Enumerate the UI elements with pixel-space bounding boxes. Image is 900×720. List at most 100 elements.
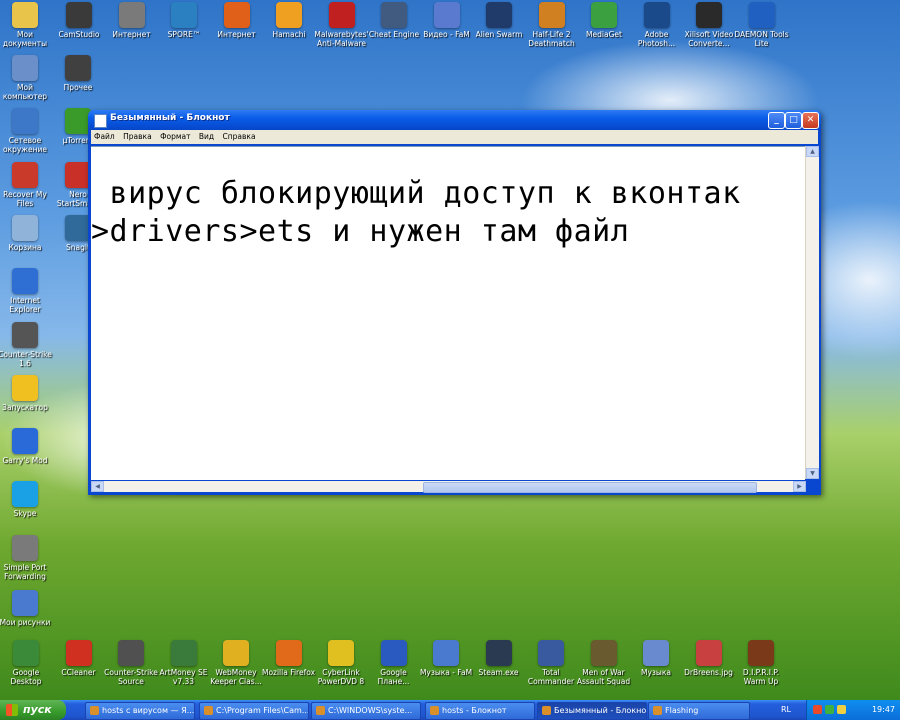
task-label: Flashing [665,706,699,715]
shortcut-label: Skype [13,509,37,518]
desktop-shortcut[interactable]: Counter-Strike 1.6 [0,322,60,368]
taskbar: пуск hosts с вирусом — Я... C:\Program Fi… [0,700,900,720]
shortcut-label: D.I.P.R.I.P. Warm Up [742,668,780,686]
desktop-shortcut[interactable]: Прочее [43,55,113,92]
mediaget-icon [591,2,617,28]
google-desktop-icon [13,640,39,666]
artmoney-icon [170,640,197,666]
scroll-right-icon[interactable]: ▶ [793,481,806,492]
malwarebytes-icon [328,2,355,28]
scroll-up-icon[interactable]: ▲ [806,146,819,157]
google-earth-icon [380,640,407,666]
spore-icon [171,2,197,28]
desktop-shortcut[interactable]: Запускатор [0,375,60,412]
ccleaner-icon [65,640,92,666]
desktop-shortcut[interactable]: Internet Explorer [0,268,60,314]
scroll-thumb[interactable] [423,482,757,493]
xilisoft-icon [696,2,722,28]
minimize-button[interactable]: _ [768,112,785,129]
shortcut-label: Garry's Mod [2,456,48,465]
vertical-scrollbar[interactable]: ▲ ▼ [805,146,819,479]
menu-file[interactable]: Файл [91,130,118,141]
desktop-background: Мои документы Мой компьютер Сетевое окруже… [0,0,900,700]
desktop-shortcut[interactable]: Skype [0,481,60,518]
task-label: Безымянный - Блокнот [554,706,647,715]
desktop-shortcut[interactable]: DAEMON Tools Lite [727,2,797,48]
maximize-button[interactable]: □ [785,112,802,129]
text-editor[interactable]: вирус блокирующий доступ к вконтак >driv… [91,146,805,480]
photoshop-icon [643,2,670,28]
launcher-icon [12,375,38,401]
cs-icon [12,322,38,348]
scroll-down-icon[interactable]: ▼ [806,468,819,479]
shortcut-label: Запускатор [2,403,48,412]
title-bar[interactable]: Безымянный - Блокнот _ □ ✕ [88,110,821,130]
desktop-shortcut[interactable]: Garry's Mod [0,428,60,465]
text-line-2: >drivers>ets и нужен там файл [91,214,630,249]
windows-logo-icon [6,704,18,716]
internet-icon [118,2,145,28]
music-folder-icon [433,640,459,666]
computer-icon [12,55,38,81]
music-icon [643,640,669,666]
taskbar-button[interactable]: C:\Program Files\Cam... [199,702,309,720]
shortcut-label: Simple Port Forwarding [3,563,47,581]
task-label: C:\WINDOWS\syste... [328,706,413,715]
shortcut-label: Counter-Strike 1.6 [0,350,52,368]
video-icon [433,2,460,28]
start-button[interactable]: пуск [0,700,66,720]
taskbar-button[interactable]: Безымянный - Блокнот [537,702,647,720]
task-label: hosts с вирусом — Я... [102,706,195,715]
ie-icon [12,268,38,294]
menu-format[interactable]: Формат [157,130,193,141]
shortcut-label: Internet Explorer [9,296,41,314]
task-label: C:\Program Files\Cam... [216,706,309,715]
tray-app-icon[interactable] [837,705,846,714]
diprip-icon [748,640,774,666]
skype-icon [12,481,38,507]
text-line-1: вирус блокирующий доступ к вконтак [91,176,741,211]
menu-bar: Файл Правка Формат Вид Справка [91,130,818,144]
notepad-window: Безымянный - Блокнот _ □ ✕ Файл Правка Ф… [88,110,821,495]
taskbar-button[interactable]: Flashing [648,702,750,720]
taskbar-button[interactable]: hosts с вирусом — Я... [85,702,195,720]
firefox-icon [275,640,302,666]
system-tray: RL 19:47 [781,700,900,720]
task-app-icon [90,706,99,715]
image-file-icon [695,640,722,666]
shortcut-label: DAEMON Tools Lite [734,30,789,48]
tray-app-icon[interactable] [813,705,822,714]
close-button[interactable]: ✕ [802,112,819,129]
folder-icon [12,2,38,28]
horizontal-scrollbar[interactable]: ◀ ▶ [91,481,806,493]
clock: 19:47 [871,705,895,714]
scroll-left-icon[interactable]: ◀ [91,481,104,492]
task-app-icon [542,706,551,715]
desktop-shortcut[interactable]: Мои рисунки [0,590,60,627]
tray-app-icon[interactable] [825,705,834,714]
camstudio-icon [66,2,92,28]
port-forwarding-icon [12,535,38,561]
menu-view[interactable]: Вид [196,130,217,141]
steam-icon [485,640,512,666]
cheat-engine-icon [381,2,407,28]
task-app-icon [430,706,439,715]
language-indicator[interactable]: RL [781,700,791,720]
taskbar-button[interactable]: hosts - Блокнот [425,702,535,720]
gmod-icon [12,428,38,454]
menu-edit[interactable]: Правка [120,130,155,141]
daemon-tools-icon [748,2,775,28]
shortcut-label: Мои рисунки [0,618,51,627]
menu-help[interactable]: Справка [220,130,259,141]
task-app-icon [316,706,325,715]
notepad-icon [94,114,107,128]
recycle-bin-icon [12,215,38,241]
hl2-icon [538,2,565,28]
desktop-shortcut[interactable]: Simple Port Forwarding [0,535,60,581]
desktop-shortcut[interactable]: D.I.P.R.I.P. Warm Up [726,640,796,686]
misc-folder-icon [65,55,91,81]
pictures-icon [12,590,38,616]
task-label: hosts - Блокнот [442,706,507,715]
taskbar-button[interactable]: C:\WINDOWS\syste... [311,702,421,720]
shortcut-label: Прочее [63,83,93,92]
